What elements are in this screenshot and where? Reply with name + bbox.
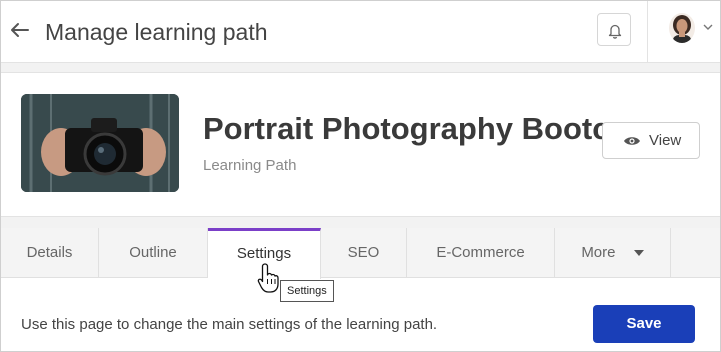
tab-label: Outline	[129, 244, 177, 261]
tab-label: E-Commerce	[436, 244, 525, 261]
hand-cursor-icon	[257, 263, 279, 293]
course-title: Portrait Photography Bootc...	[203, 111, 636, 146]
tabs-band	[1, 216, 720, 228]
user-avatar[interactable]	[669, 13, 695, 43]
chevron-down-icon[interactable]	[703, 23, 713, 31]
course-summary: Portrait Photography Bootc... Learning P…	[1, 73, 720, 216]
tooltip: Settings	[280, 280, 334, 302]
header-band	[1, 63, 720, 73]
view-button[interactable]: View	[602, 122, 700, 159]
page-header: Manage learning path	[1, 1, 720, 63]
tab-label: More	[581, 244, 616, 261]
tab-more[interactable]: More	[555, 228, 671, 278]
back-button[interactable]	[9, 19, 31, 41]
avatar-image	[669, 13, 695, 43]
caret-down-icon	[633, 250, 644, 257]
tab-e-commerce[interactable]: E-Commerce	[407, 228, 555, 278]
app-frame: Manage learning path Portrait Photograph…	[0, 0, 721, 352]
course-thumbnail	[21, 94, 179, 192]
tab-details[interactable]: Details	[1, 228, 99, 278]
settings-description: Use this page to change the main setting…	[21, 316, 438, 333]
header-divider	[647, 1, 648, 63]
view-button-label: View	[649, 132, 682, 149]
eye-icon	[624, 137, 640, 145]
tab-bar: Details Outline Settings SEO E-Commerce …	[1, 228, 720, 279]
bell-icon	[608, 24, 622, 39]
tab-outline[interactable]: Outline	[99, 228, 208, 278]
tab-seo[interactable]: SEO	[321, 228, 407, 278]
notifications-button[interactable]	[597, 13, 631, 46]
camera-photo-image	[21, 94, 179, 192]
course-type-label: Learning Path	[203, 157, 297, 174]
page-title: Manage learning path	[45, 19, 268, 45]
tab-label: Details	[26, 244, 73, 261]
tab-label: Settings	[236, 245, 292, 262]
tab-label: SEO	[347, 244, 380, 261]
arrow-left-icon	[11, 23, 29, 37]
save-button[interactable]: Save	[593, 305, 695, 343]
